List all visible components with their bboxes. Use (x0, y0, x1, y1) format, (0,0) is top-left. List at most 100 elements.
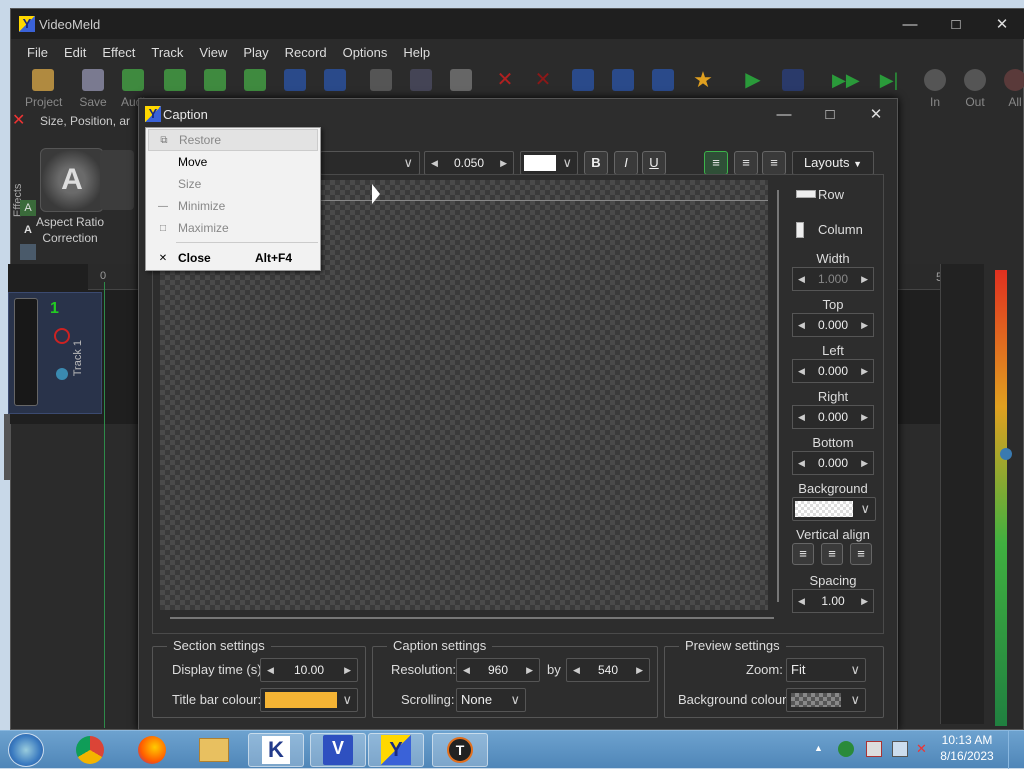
show-desktop-button[interactable] (1008, 731, 1024, 769)
resolution-width-spinner[interactable]: ◀ 960 ▶ (456, 658, 540, 682)
app-t-taskbar-button[interactable]: T (432, 733, 488, 767)
display-time-spinner[interactable]: ◀ 10.00 ▶ (260, 658, 358, 682)
display-time-label: Display time (s): (172, 662, 266, 677)
text-color-dropdown[interactable]: ∨ (520, 151, 578, 175)
valign-top-button[interactable]: ≡ (792, 543, 814, 565)
zoom-dropdown[interactable]: Fit ∨ (786, 658, 866, 682)
caption-title-bar[interactable]: Y Caption — □ ✕ (139, 99, 897, 129)
align-right-button[interactable]: ≡ (762, 151, 786, 175)
project-icon (32, 69, 54, 91)
split-icon (572, 69, 594, 91)
spacing-spinner[interactable]: ◀ 1.00 ▶ (792, 589, 874, 613)
volume-knob-icon[interactable] (56, 368, 68, 380)
track-volume-slot[interactable] (14, 298, 38, 406)
t-app-icon: T (447, 737, 473, 763)
menu-track[interactable]: Track (143, 45, 191, 65)
network-icon[interactable] (838, 741, 854, 757)
zoom-all-button[interactable]: All (997, 67, 1024, 115)
decrement-icon: ◀ (798, 319, 805, 330)
next-effect-icon[interactable] (100, 150, 134, 210)
valign-middle-button[interactable]: ≡ (821, 543, 843, 565)
zoom-label: Zoom: (746, 662, 783, 677)
background-label: Background (798, 481, 868, 496)
menu-minimize[interactable]: — Minimize (148, 195, 318, 217)
resolution-height-spinner[interactable]: ◀ 540 ▶ (566, 658, 650, 682)
taskbar-clock[interactable]: 10:13 AM 8/16/2023 (934, 732, 1000, 764)
level-slider-handle[interactable] (1000, 448, 1012, 460)
font-dropdown[interactable]: ∨ (320, 151, 420, 175)
chrome-taskbar-button[interactable] (62, 733, 118, 767)
menu-size[interactable]: Size (148, 173, 318, 195)
menu-edit[interactable]: Edit (56, 45, 94, 65)
zoom-out-button[interactable]: Out (957, 67, 993, 115)
increment-icon: ▶ (861, 411, 868, 422)
title-bar-colour-dropdown[interactable]: ∨ (260, 688, 358, 712)
menu-view[interactable]: View (191, 45, 235, 65)
menu-record[interactable]: Record (277, 45, 335, 65)
menu-file[interactable]: File (19, 45, 56, 65)
close-effects-icon[interactable]: ✕ (12, 110, 25, 130)
background-colour-dropdown[interactable]: ∨ (786, 688, 866, 712)
zoom-in-button[interactable]: In (917, 67, 953, 115)
menu-restore[interactable]: ⧉ Restore (148, 129, 318, 151)
valign-bottom-button[interactable]: ≡ (850, 543, 872, 565)
image-effect-icon[interactable] (20, 244, 36, 260)
align-center-button[interactable]: ≡ (734, 151, 758, 175)
increment-icon: ▶ (861, 273, 868, 284)
canvas-horizontal-scrollbar[interactable] (160, 612, 782, 624)
font-size-spinner[interactable]: ◀ 0.050 ▶ (424, 151, 514, 175)
left-spinner[interactable]: ◀ 0.000 ▶ (792, 359, 874, 383)
canvas-vertical-scrollbar[interactable] (772, 182, 784, 610)
vsuite-taskbar-button[interactable]: V (310, 733, 366, 767)
playhead[interactable] (104, 282, 105, 728)
left-scrollbar[interactable] (4, 414, 10, 480)
row-layout-icon[interactable] (796, 190, 816, 198)
caption-close-button[interactable]: ✕ (853, 99, 899, 129)
column-layout-icon[interactable] (796, 222, 804, 238)
column-label[interactable]: Column (818, 222, 874, 237)
mute-icon[interactable] (54, 328, 70, 344)
decrement-icon[interactable]: ◀ (425, 158, 444, 169)
menu-close[interactable]: ✕ Close Alt+F4 (148, 247, 318, 269)
align-left-button[interactable]: ≡ (704, 151, 728, 175)
row-label[interactable]: Row (818, 187, 874, 202)
top-spinner[interactable]: ◀ 0.000 ▶ (792, 313, 874, 337)
app-k-taskbar-button[interactable]: K (248, 733, 304, 767)
scrolling-dropdown[interactable]: None ∨ (456, 688, 526, 712)
videomeld-logo-icon: Y (145, 106, 161, 122)
explorer-taskbar-button[interactable] (186, 733, 242, 767)
menu-play[interactable]: Play (235, 45, 276, 65)
caption-maximize-button[interactable]: □ (807, 99, 853, 129)
decrement-icon: ◀ (798, 365, 805, 376)
bottom-spinner[interactable]: ◀ 0.000 ▶ (792, 451, 874, 475)
firefox-taskbar-button[interactable] (124, 733, 180, 767)
menu-options[interactable]: Options (335, 45, 396, 65)
increment-icon[interactable]: ▶ (494, 158, 513, 169)
show-hidden-icons-icon[interactable]: ▲ (814, 743, 823, 753)
display-icon[interactable] (892, 741, 908, 757)
volume-muted-icon[interactable]: ✕ (916, 741, 932, 757)
menu-maximize[interactable]: □ Maximize (148, 217, 318, 239)
bold-button[interactable]: B (584, 151, 608, 175)
project-button[interactable]: Project (25, 67, 62, 115)
close-button[interactable]: ✕ (979, 9, 1024, 39)
increment-icon: ▶ (344, 664, 351, 675)
layouts-button[interactable]: Layouts ▼ (792, 151, 874, 175)
star-icon: ★ (693, 67, 713, 92)
right-spinner[interactable]: ◀ 0.000 ▶ (792, 405, 874, 429)
action-center-icon[interactable] (866, 741, 882, 757)
caption-minimize-button[interactable]: — (761, 99, 807, 129)
menu-move[interactable]: Move (148, 151, 318, 173)
background-dropdown[interactable]: ∨ (792, 497, 876, 521)
minimize-button[interactable]: — (887, 9, 933, 39)
italic-button[interactable]: I (614, 151, 638, 175)
save-button[interactable]: Save (75, 67, 111, 115)
underline-button[interactable]: U (642, 151, 666, 175)
start-button[interactable] (8, 733, 44, 767)
aspect-ratio-effect-icon[interactable]: A (40, 148, 104, 212)
menu-effect[interactable]: Effect (94, 45, 143, 65)
maximize-button[interactable]: □ (933, 9, 979, 39)
menu-help[interactable]: Help (395, 45, 438, 65)
videomeld-taskbar-button[interactable]: Y (368, 733, 424, 767)
preview-pane (940, 264, 984, 724)
